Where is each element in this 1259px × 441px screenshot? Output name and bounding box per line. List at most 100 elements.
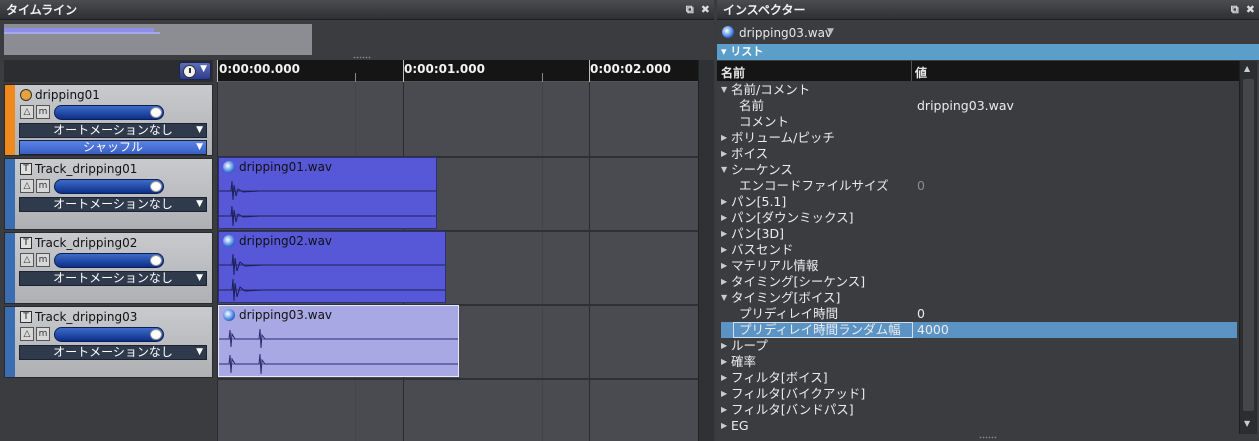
property-group-row[interactable]: ▶ ボイス: [717, 146, 1239, 162]
resize-grip[interactable]: [353, 56, 371, 59]
dropdown-value: オートメーションなし: [53, 345, 173, 359]
property-group-row[interactable]: ▶ バスセンド: [717, 242, 1239, 258]
property-row[interactable]: コメント: [717, 114, 1239, 130]
float-window-icon[interactable]: ⧉: [686, 0, 694, 20]
list-section-header[interactable]: ▾ リスト: [717, 44, 1259, 60]
column-divider[interactable]: [911, 61, 912, 81]
collapsed-triangle-icon[interactable]: ▶: [721, 418, 727, 434]
mute-icon[interactable]: m: [36, 105, 50, 119]
envelope-icon[interactable]: △: [20, 105, 34, 119]
volume-slider[interactable]: [54, 179, 164, 194]
property-group-row[interactable]: ▼ シーケンス: [717, 162, 1239, 178]
property-name: ループ: [731, 338, 768, 353]
property-value[interactable]: 0: [917, 178, 925, 194]
property-group-row[interactable]: ▶ フィルタ[バンドパス]: [717, 402, 1239, 418]
track-header-cue[interactable]: dripping01 △ m オートメーションなし ▼ シャッフル ▼: [4, 84, 213, 156]
property-name: 名前: [739, 98, 765, 113]
property-row[interactable]: プリディレイ時間ランダム幅 4000: [717, 322, 1239, 338]
track-header[interactable]: T Track_dripping01 △ m オートメーションなし ▼: [4, 158, 213, 230]
inspector-target-selector[interactable]: dripping03.wav ▼: [717, 24, 1259, 42]
timeline-overview[interactable]: [4, 24, 312, 55]
track-lanes[interactable]: dripping01.wav dripping02.wav dripping03…: [217, 82, 698, 441]
collapsed-triangle-icon[interactable]: ▶: [721, 354, 727, 370]
property-group-row[interactable]: ▶ パン[5.1]: [717, 194, 1239, 210]
slider-knob[interactable]: [150, 255, 162, 266]
property-value[interactable]: dripping03.wav: [917, 98, 1014, 114]
column-header-value[interactable]: 値: [915, 64, 927, 81]
chevron-down-icon[interactable]: ▼: [827, 27, 834, 37]
property-row[interactable]: 名前 dripping03.wav: [717, 98, 1239, 114]
expanded-triangle-icon[interactable]: ▼: [721, 82, 727, 98]
collapsed-triangle-icon[interactable]: ▶: [721, 258, 727, 274]
mute-icon[interactable]: m: [36, 253, 50, 267]
mute-icon[interactable]: m: [36, 327, 50, 341]
property-group-row[interactable]: ▶ ループ: [717, 338, 1239, 354]
collapsed-triangle-icon[interactable]: ▶: [721, 130, 727, 146]
property-row[interactable]: エンコードファイルサイズ 0: [717, 178, 1239, 194]
timeline-panel: タイムライン ⧉ ✖ ▼ 0:00:00.000 0:00:01.000 0:0…: [0, 0, 714, 441]
column-header-name[interactable]: 名前: [721, 64, 745, 81]
track-header[interactable]: T Track_dripping02 △ m オートメーションなし ▼: [4, 232, 213, 304]
property-value[interactable]: 0: [917, 306, 925, 322]
track-header[interactable]: T Track_dripping03 △ m オートメーションなし ▼: [4, 306, 213, 378]
automation-dropdown[interactable]: オートメーションなし ▼: [19, 345, 207, 360]
resize-grip[interactable]: [979, 436, 997, 439]
volume-slider[interactable]: [54, 253, 164, 268]
property-value[interactable]: 4000: [917, 322, 949, 338]
slider-knob[interactable]: [150, 107, 162, 118]
float-window-icon[interactable]: ⧉: [1231, 0, 1239, 20]
collapsed-triangle-icon[interactable]: ▶: [721, 274, 727, 290]
close-icon[interactable]: ✖: [1246, 0, 1255, 20]
property-row[interactable]: プリディレイ時間 0: [717, 306, 1239, 322]
time-display-button[interactable]: ▼: [179, 62, 211, 80]
close-icon[interactable]: ✖: [701, 0, 710, 20]
envelope-icon[interactable]: △: [20, 253, 34, 267]
property-list: ▼ 名前/コメント 名前 dripping03.wav コメント ▶ ボリューム/ピッチ ▶ ボ…: [717, 82, 1239, 434]
automation-dropdown[interactable]: オートメーションなし ▼: [19, 197, 207, 212]
collapsed-triangle-icon[interactable]: ▶: [721, 146, 727, 162]
property-group-row[interactable]: ▶ EG: [717, 418, 1239, 434]
scroll-down-icon[interactable]: ▼: [1244, 419, 1250, 428]
property-group-row[interactable]: ▶ パン[3D]: [717, 226, 1239, 242]
expanded-triangle-icon[interactable]: ▼: [721, 290, 727, 306]
collapsed-triangle-icon[interactable]: ▶: [721, 402, 727, 418]
expanded-triangle-icon[interactable]: ▼: [721, 162, 727, 178]
collapsed-triangle-icon[interactable]: ▶: [721, 386, 727, 402]
collapsed-triangle-icon[interactable]: ▶: [721, 370, 727, 386]
collapsed-triangle-icon[interactable]: ▶: [721, 226, 727, 242]
volume-slider[interactable]: [54, 327, 164, 342]
audio-clip[interactable]: dripping02.wav: [218, 231, 446, 303]
collapsed-triangle-icon[interactable]: ▶: [721, 242, 727, 258]
volume-slider[interactable]: [54, 105, 164, 120]
property-group-row[interactable]: ▶ 確率: [717, 354, 1239, 370]
property-group-row[interactable]: ▶ マテリアル情報: [717, 258, 1239, 274]
collapsed-triangle-icon[interactable]: ▶: [721, 210, 727, 226]
property-group-row[interactable]: ▼ タイミング[ボイス]: [717, 290, 1239, 306]
envelope-icon[interactable]: △: [20, 179, 34, 193]
property-group-row[interactable]: ▼ 名前/コメント: [717, 82, 1239, 98]
collapsed-triangle-icon[interactable]: ▶: [721, 338, 727, 354]
wave-file-icon: [223, 235, 235, 247]
collapsed-triangle-icon[interactable]: ▶: [721, 194, 727, 210]
slider-knob[interactable]: [150, 181, 162, 192]
shuffle-dropdown[interactable]: シャッフル ▼: [19, 140, 207, 155]
property-group-row[interactable]: ▶ ボリューム/ピッチ: [717, 130, 1239, 146]
property-name: プリディレイ時間ランダム幅: [739, 322, 901, 337]
mute-icon[interactable]: m: [36, 179, 50, 193]
automation-dropdown[interactable]: オートメーションなし ▼: [19, 271, 207, 286]
scrollbar-thumb[interactable]: [1243, 79, 1254, 411]
audio-clip[interactable]: dripping01.wav: [218, 157, 437, 229]
timeline-vertical-scrollbar[interactable]: [698, 60, 714, 441]
envelope-icon[interactable]: △: [20, 327, 34, 341]
track-color-stripe: [5, 307, 15, 377]
property-group-row[interactable]: ▶ タイミング[シーケンス]: [717, 274, 1239, 290]
property-group-row[interactable]: ▶ フィルタ[ボイス]: [717, 370, 1239, 386]
scroll-up-icon[interactable]: ▲: [1244, 64, 1250, 73]
property-group-row[interactable]: ▶ フィルタ[バイクアッド]: [717, 386, 1239, 402]
audio-clip-selected[interactable]: dripping03.wav: [218, 305, 459, 377]
automation-dropdown[interactable]: オートメーションなし ▼: [19, 123, 207, 138]
time-ruler[interactable]: 0:00:00.000 0:00:01.000 0:00:02.000: [217, 60, 698, 82]
property-group-row[interactable]: ▶ パン[ダウンミックス]: [717, 210, 1239, 226]
inspector-vertical-scrollbar[interactable]: ▲ ▼: [1239, 61, 1257, 434]
slider-knob[interactable]: [150, 329, 162, 340]
